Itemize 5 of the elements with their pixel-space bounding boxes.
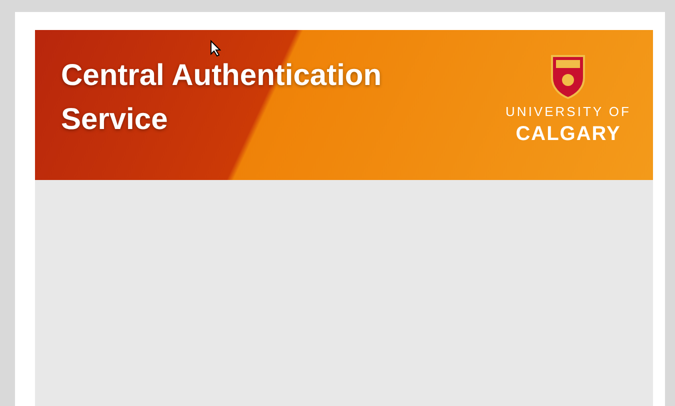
university-name: UNIVERSITY OF (506, 104, 631, 119)
mouse-pointer-icon (210, 40, 221, 57)
page-title: Central Authentication Service (61, 58, 383, 138)
crest-icon (550, 54, 586, 100)
university-name: CALGARY (516, 123, 621, 146)
